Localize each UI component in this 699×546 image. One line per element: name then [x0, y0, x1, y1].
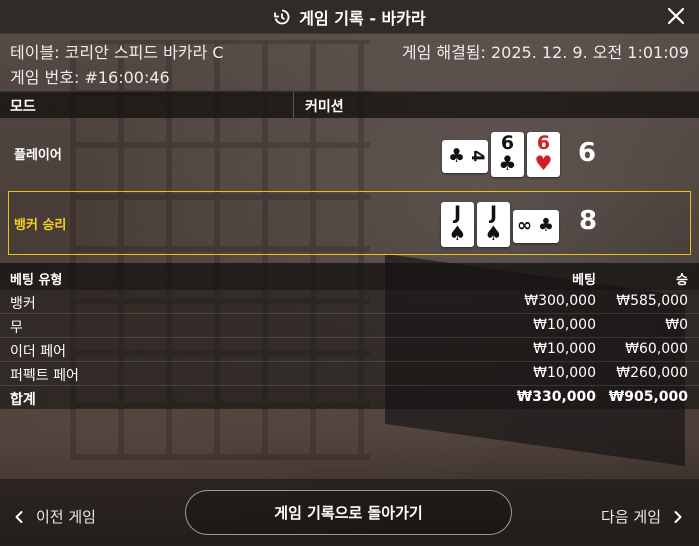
- bet-type-header: 베팅 유형: [10, 273, 63, 288]
- player-label: 플레이어: [14, 148, 62, 163]
- window-title: 게임 기록 - 바카라: [299, 8, 426, 28]
- title-bar: 게임 기록 - 바카라: [0, 0, 699, 34]
- card-suit: ♠: [484, 221, 503, 245]
- bet-amount: ₩10,000: [533, 365, 596, 381]
- mode-label: 모드: [10, 99, 36, 115]
- bets-header: 베팅 유형 베팅 승: [0, 263, 699, 290]
- table-row: 퍼펙트 페어 ₩10,000 ₩260,000: [0, 362, 699, 386]
- banker-score: 8: [579, 206, 598, 236]
- player-score: 6: [578, 138, 597, 168]
- player-cards: ♣ 4 6 ♣ 6 ♥: [442, 132, 560, 177]
- bet-amount: ₩10,000: [533, 341, 596, 357]
- card-suit: ♣: [498, 151, 517, 175]
- table-row: 뱅커 ₩300,000 ₩585,000: [0, 290, 699, 314]
- banker-label: 뱅커 승리: [14, 218, 67, 233]
- card-rank: 4: [467, 150, 488, 162]
- card-suit: ♣: [537, 215, 554, 236]
- next-game-label: 다음 게임: [601, 508, 661, 526]
- bet-amount: ₩300,000: [524, 293, 596, 309]
- bet-type: 퍼펙트 페어: [10, 368, 79, 384]
- card-rank: 6: [500, 132, 515, 154]
- mode-header: 모드 커미션: [0, 91, 699, 118]
- bet-amount-header: 베팅: [572, 273, 596, 288]
- banker-hand-row: 뱅커 승리 J ♠ J ♠ ∞ ♣ 8: [8, 191, 691, 255]
- card-rank: 6: [536, 132, 551, 154]
- footer-nav: 이전 게임 게임 기록으로 돌아가기 다음 게임: [0, 478, 699, 546]
- table-name: 테이블: 코리안 스피드 바카라 C: [10, 43, 224, 62]
- playing-card: J ♠: [477, 202, 510, 247]
- total-win-amount: ₩905,000: [608, 389, 688, 405]
- bet-type: 뱅커: [10, 296, 36, 312]
- next-game-button[interactable]: 다음 게임: [601, 506, 683, 527]
- playing-card: 6 ♥: [527, 132, 560, 177]
- playing-card: J ♠: [441, 202, 474, 247]
- total-row: 합계 ₩330,000 ₩905,000: [0, 386, 699, 409]
- total-label: 합계: [10, 392, 36, 408]
- bets-table: 베팅 유형 베팅 승 뱅커 ₩300,000 ₩585,000 무 ₩10,00…: [0, 263, 699, 409]
- card-rank: J: [453, 202, 462, 224]
- banker-cards: J ♠ J ♠ ∞ ♣: [441, 202, 559, 247]
- game-number: 게임 번호: #16:00:46: [10, 68, 170, 87]
- bet-type: 무: [10, 320, 23, 336]
- back-to-history-button[interactable]: 게임 기록으로 돌아가기: [185, 490, 512, 535]
- player-hand-row: 플레이어 ♣ 4 6 ♣ 6 ♥ 6: [8, 122, 691, 186]
- previous-game-button[interactable]: 이전 게임: [14, 506, 96, 527]
- win-amount: ₩60,000: [625, 341, 688, 357]
- bet-type: 이더 페어: [10, 344, 66, 360]
- resolved-time: 게임 해결됨: 2025. 12. 9. 오전 1:01:09: [401, 43, 689, 62]
- win-amount: ₩585,000: [616, 293, 688, 309]
- card-rank: ∞: [517, 215, 532, 236]
- total-bet-amount: ₩330,000: [516, 389, 596, 405]
- playing-card: 6 ♣: [491, 132, 524, 177]
- win-amount: ₩260,000: [616, 365, 688, 381]
- title-group: 게임 기록 - 바카라: [0, 0, 699, 33]
- table-row: 이더 페어 ₩10,000 ₩60,000: [0, 338, 699, 362]
- card-suit: ♥: [534, 151, 553, 175]
- history-icon: [273, 8, 291, 26]
- previous-game-label: 이전 게임: [36, 508, 96, 526]
- header-divider: [293, 92, 294, 118]
- win-amount: ₩0: [665, 317, 688, 333]
- close-icon[interactable]: [665, 5, 687, 27]
- table-row: 무 ₩10,000 ₩0: [0, 314, 699, 338]
- chevron-left-icon: [14, 510, 24, 524]
- commission-label: 커미션: [305, 99, 344, 115]
- win-amount-header: 승: [676, 273, 688, 288]
- back-to-history-label: 게임 기록으로 돌아가기: [274, 504, 423, 522]
- chevron-right-icon: [673, 510, 683, 524]
- card-rank: J: [489, 202, 498, 224]
- card-suit: ♠: [448, 221, 467, 245]
- playing-card: ♣ 4: [442, 140, 488, 173]
- playing-card: ∞ ♣: [513, 210, 559, 243]
- card-suit: ♣: [448, 145, 466, 167]
- bet-amount: ₩10,000: [533, 317, 596, 333]
